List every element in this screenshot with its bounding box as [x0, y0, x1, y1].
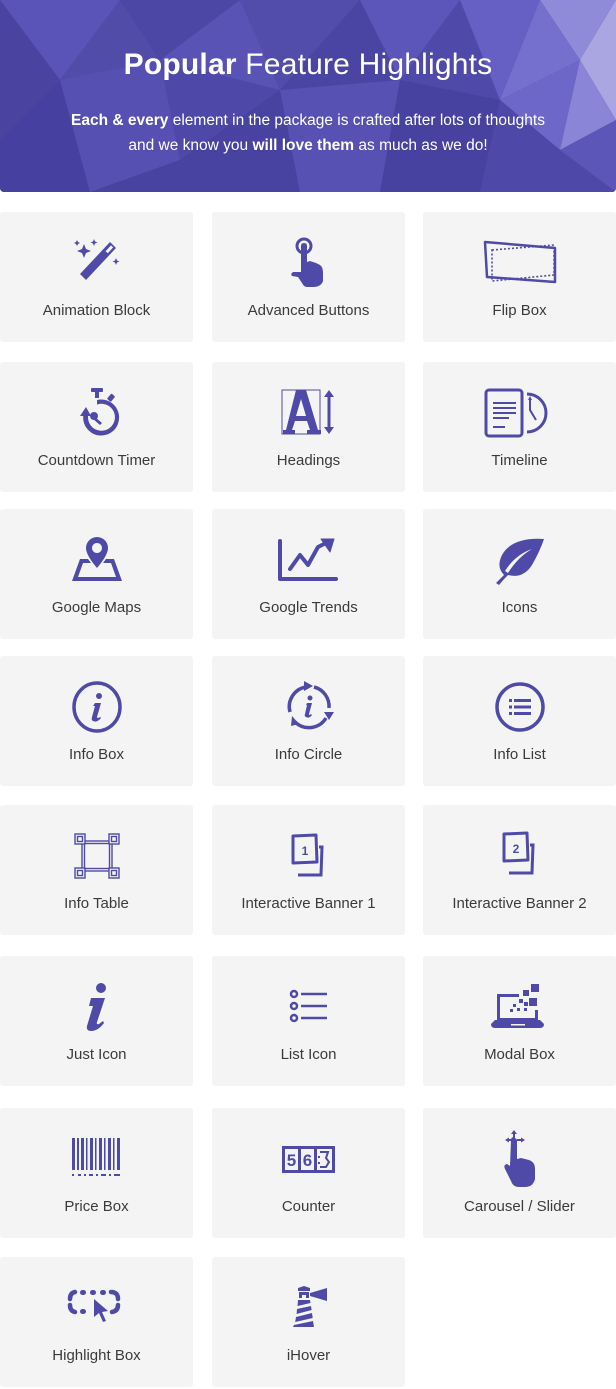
feature-label: Info List [493, 746, 546, 763]
banner-two-icon: 2 [423, 829, 616, 883]
feature-card[interactable]: Carousel / Slider [423, 1108, 616, 1238]
feature-card[interactable]: Info Box [0, 656, 193, 786]
feature-label: Animation Block [42, 302, 151, 319]
feature-label: Headings [276, 452, 341, 469]
feature-card[interactable]: Modal Box [423, 956, 616, 1086]
svg-text:1: 1 [301, 844, 308, 858]
feature-label: Advanced Buttons [247, 302, 370, 319]
feature-card[interactable]: Price Box [0, 1108, 193, 1238]
title-bold: Popular [123, 48, 237, 81]
heading-text-icon [212, 386, 405, 440]
map-pin-icon [0, 533, 193, 587]
feature-card[interactable]: 1 Interactive Banner 1 [212, 805, 405, 935]
feature-card[interactable]: Highlight Box [0, 1257, 193, 1387]
feature-card[interactable]: Icons [423, 509, 616, 639]
flip-box-icon [423, 236, 616, 290]
svg-text:2: 2 [512, 842, 519, 856]
feature-label: Google Maps [51, 599, 142, 616]
feature-label: List Icon [280, 1046, 337, 1063]
feature-card[interactable]: Animation Block [0, 212, 193, 342]
title-rest: Feature Highlights [245, 48, 493, 81]
feature-label: Icons [501, 599, 538, 616]
leaf-icon [423, 533, 616, 587]
feature-label: Timeline [491, 452, 548, 469]
info-cycle-icon [212, 680, 405, 734]
svg-text:5: 5 [286, 1151, 295, 1170]
feature-card[interactable]: Flip Box [423, 212, 616, 342]
feature-label: Carousel / Slider [464, 1198, 575, 1215]
feature-card[interactable]: Countdown Timer [0, 362, 193, 492]
feature-label: Info Box [68, 746, 125, 763]
feature-card[interactable]: Info Circle [212, 656, 405, 786]
subtitle-text-2a: and we know you [128, 137, 249, 154]
feature-label: Highlight Box [52, 1347, 141, 1364]
subtitle-text-1: element in the package is crafted after … [172, 112, 545, 129]
feature-label: Flip Box [492, 302, 547, 319]
feature-label: Interactive Banner 1 [241, 895, 376, 912]
feature-label: Interactive Banner 2 [452, 895, 587, 912]
stopwatch-icon [0, 386, 193, 440]
swipe-hand-icon [423, 1130, 616, 1187]
subtitle-text-2b: as much as we do! [358, 137, 488, 154]
dashed-select-cursor-icon [0, 1281, 193, 1335]
feature-card[interactable]: Google Maps [0, 509, 193, 639]
feature-card[interactable]: Info List [423, 656, 616, 786]
feature-label: Counter [281, 1198, 336, 1215]
trend-chart-icon [212, 533, 405, 587]
document-clock-icon [423, 386, 616, 440]
table-frame-icon [0, 829, 193, 883]
subtitle-bold-2: will love them [252, 137, 355, 154]
banner-one-icon: 1 [212, 829, 405, 883]
list-circle-icon [423, 680, 616, 734]
counter-digits-icon: 5 6 [212, 1132, 405, 1186]
polygon-background [0, 0, 616, 192]
feature-card[interactable]: Headings [212, 362, 405, 492]
info-letter-icon [0, 980, 193, 1034]
feature-label: Info Circle [274, 746, 343, 763]
subtitle-line-1: Each & every element in the package is c… [0, 108, 616, 133]
feature-card[interactable]: Just Icon [0, 956, 193, 1086]
magic-wand-icon [0, 236, 193, 290]
feature-label: Price Box [64, 1198, 129, 1215]
feature-card[interactable]: Advanced Buttons [212, 212, 405, 342]
feature-card[interactable]: 2 Interactive Banner 2 [423, 805, 616, 935]
feature-card[interactable]: 5 6 Counter [212, 1108, 405, 1238]
svg-text:6: 6 [302, 1151, 311, 1170]
feature-label: Google Trends [259, 599, 358, 616]
feature-label: Modal Box [484, 1046, 555, 1063]
feature-card[interactable]: Google Trends [212, 509, 405, 639]
feature-card[interactable]: iHover [212, 1257, 405, 1387]
page-subtitle: Each & every element in the package is c… [0, 108, 616, 158]
lighthouse-icon [212, 1281, 405, 1335]
subtitle-line-2: and we know you will love them as much a… [0, 133, 616, 158]
laptop-pixels-icon [423, 980, 616, 1034]
feature-card[interactable]: List Icon [212, 956, 405, 1086]
feature-label: Countdown Timer [37, 452, 156, 469]
subtitle-bold-1: Each & every [71, 112, 169, 129]
feature-label: Info Table [64, 895, 129, 912]
header-banner: Popular Feature Highlights Each & every … [0, 0, 616, 192]
barcode-icon [0, 1132, 193, 1186]
bullet-list-icon [212, 980, 405, 1034]
pointer-tap-icon [212, 236, 405, 290]
feature-label: iHover [286, 1347, 331, 1364]
page-title: Popular Feature Highlights [0, 48, 616, 82]
feature-card[interactable]: Info Table [0, 805, 193, 935]
feature-card[interactable]: Timeline [423, 362, 616, 492]
info-circle-icon [0, 680, 193, 734]
feature-label: Just Icon [66, 1046, 127, 1063]
